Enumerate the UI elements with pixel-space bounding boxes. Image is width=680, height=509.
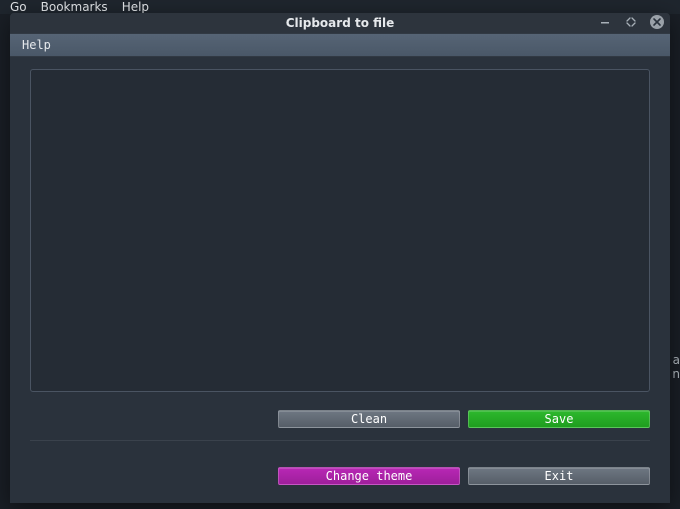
window-controls bbox=[598, 15, 664, 29]
button-row-top: Clean Save bbox=[30, 410, 650, 441]
clean-button[interactable]: Clean bbox=[278, 410, 460, 428]
dialog-menu-help[interactable]: Help bbox=[22, 38, 51, 52]
maximize-icon bbox=[626, 17, 636, 27]
window-title: Clipboard to file bbox=[10, 16, 670, 30]
exit-button[interactable]: Exit bbox=[468, 467, 650, 485]
bg-text-fragment: n bbox=[672, 367, 680, 381]
bg-text-fragment: a bbox=[673, 353, 680, 367]
dialog-body: Clean Save Change theme Exit bbox=[10, 57, 670, 503]
close-button[interactable] bbox=[650, 15, 664, 29]
parent-menu-bookmarks[interactable]: Bookmarks bbox=[41, 0, 108, 14]
titlebar[interactable]: Clipboard to file bbox=[10, 13, 670, 33]
parent-menubar: Go Bookmarks Help bbox=[0, 0, 680, 14]
minimize-button[interactable] bbox=[598, 15, 612, 29]
parent-menu-help[interactable]: Help bbox=[122, 0, 149, 14]
save-button[interactable]: Save bbox=[468, 410, 650, 428]
maximize-button[interactable] bbox=[624, 15, 638, 29]
close-icon bbox=[652, 17, 662, 27]
minimize-icon bbox=[600, 17, 610, 27]
button-row-bottom: Change theme Exit bbox=[30, 467, 650, 485]
dialog-menubar: Help bbox=[10, 33, 670, 57]
change-theme-button[interactable]: Change theme bbox=[278, 467, 460, 485]
clipboard-to-file-dialog: Clipboard to file Help Cl bbox=[10, 13, 670, 503]
clipboard-textarea[interactable] bbox=[30, 69, 650, 392]
parent-menu-go[interactable]: Go bbox=[10, 0, 27, 14]
